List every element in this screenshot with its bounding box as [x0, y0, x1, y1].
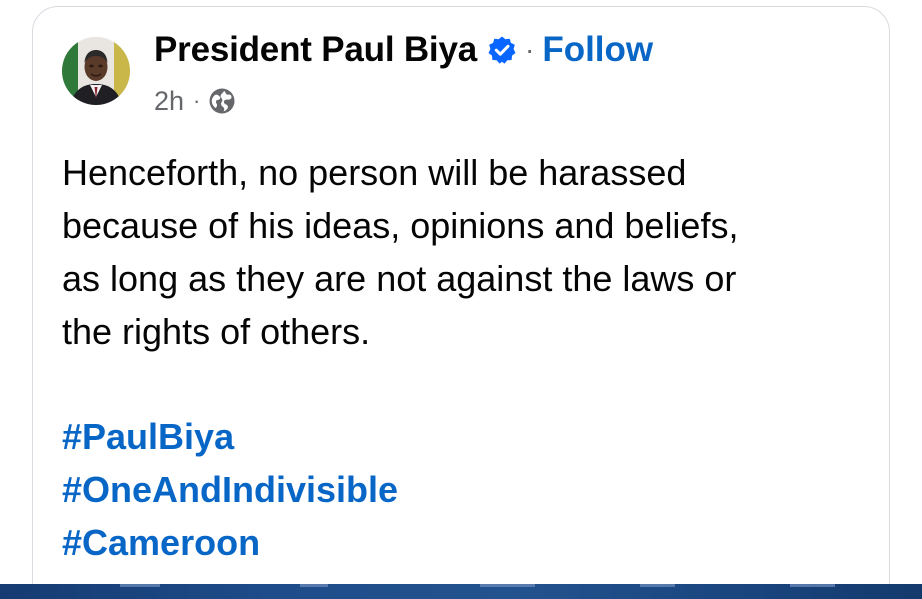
post-body: Henceforth, no person will be harassed b… — [62, 146, 862, 358]
hashtag-list: #PaulBiya #OneAndIndivisible #Cameroon — [62, 410, 398, 569]
post-text-line: because of his ideas, opinions and belie… — [62, 205, 739, 246]
verified-badge-icon — [487, 35, 517, 65]
post-meta: 2h · — [154, 84, 236, 118]
media-detail — [480, 584, 535, 587]
hashtag-link-cameroon[interactable]: #Cameroon — [62, 516, 398, 569]
post-text-line: as long as they are not against the laws… — [62, 258, 737, 299]
follow-button[interactable]: Follow — [542, 30, 653, 70]
media-detail — [300, 584, 328, 587]
author-line: President Paul Biya · Follow — [154, 28, 653, 72]
media-detail — [640, 584, 675, 587]
media-detail — [120, 584, 160, 587]
meta-separator: · — [193, 88, 201, 113]
avatar-photo-icon — [62, 37, 130, 105]
hashtag-link-oneandindivisible[interactable]: #OneAndIndivisible — [62, 463, 398, 516]
post-text-line: the rights of others. — [62, 311, 371, 352]
media-detail — [790, 584, 835, 587]
hashtag-link-paulbiya[interactable]: #PaulBiya — [62, 410, 398, 463]
post-text-line: Henceforth, no person will be harassed — [62, 152, 687, 193]
attached-media-edge[interactable] — [0, 584, 922, 599]
post-timestamp[interactable]: 2h — [154, 86, 184, 117]
screenshot-stage: President Paul Biya · Follow 2h · Hencef… — [0, 0, 922, 599]
author-avatar[interactable] — [62, 37, 130, 105]
author-name[interactable]: President Paul Biya — [154, 30, 477, 70]
header-separator: · — [525, 34, 535, 65]
globe-icon[interactable] — [208, 87, 236, 115]
